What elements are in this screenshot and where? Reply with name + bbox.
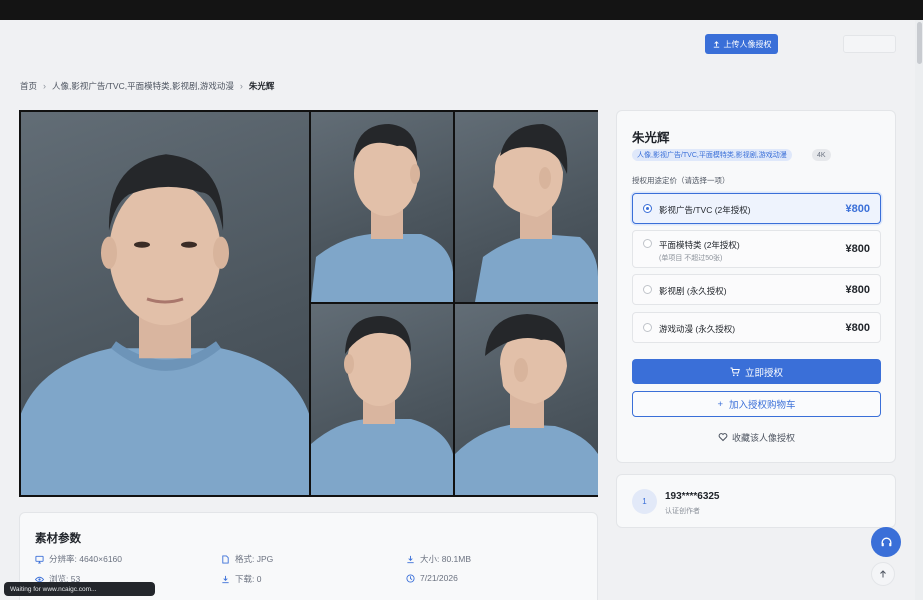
portrait-gallery — [19, 110, 598, 497]
param-format: 格式: JPG — [221, 553, 273, 565]
license-card: 朱光辉 人像,影视广告/TVC,平面模特类,影视剧,游戏动漫 4K 授权用途定价… — [616, 110, 896, 463]
page-scrollbar-thumb[interactable] — [917, 22, 922, 64]
upload-icon — [713, 40, 719, 48]
customer-support-button[interactable] — [871, 527, 901, 557]
browser-top-bar — [0, 0, 923, 20]
add-to-cart-button[interactable]: + 加入授权购物车 — [632, 391, 881, 417]
option-game-anime[interactable]: 游戏动漫 (永久授权) ¥800 — [632, 312, 881, 343]
header-user-button[interactable] — [843, 35, 896, 53]
upload-portrait-button[interactable]: 上传人像授权 — [705, 34, 778, 54]
site-header: 上传人像授权 — [0, 20, 923, 72]
buy-now-button[interactable]: 立即授权 — [632, 359, 881, 384]
download-icon — [407, 555, 414, 563]
headset-icon — [881, 537, 891, 546]
radio-button[interactable] — [643, 285, 652, 294]
resolution-tag: 4K — [812, 149, 831, 161]
chevron-right-icon: › — [239, 81, 243, 91]
param-downloads: 下载: 0 — [221, 573, 261, 585]
category-tag: 人像,影视广告/TVC,平面模特类,影视剧,游戏动漫 — [632, 149, 792, 161]
param-size: 大小: 80.1MB — [406, 553, 471, 565]
author-card[interactable]: 1 193****6325 认证创作者 — [616, 474, 896, 528]
plus-icon: + — [717, 398, 724, 410]
asset-name: 朱光辉 — [632, 131, 670, 145]
avatar: 1 — [632, 489, 657, 514]
option-print-model[interactable]: 平面模特类 (2年授权) (单项目 不超过50张) ¥800 — [632, 230, 881, 268]
usage-pricing-label: 授权用途定价（请选择一项） — [632, 176, 730, 185]
breadcrumb-home[interactable]: 首页 — [20, 80, 37, 92]
file-icon — [222, 554, 229, 564]
params-title: 素材参数 — [35, 533, 81, 545]
breadcrumb: 首页 › 人像,影视广告/TVC,平面模特类,影视剧,游戏动漫 › 朱光辉 — [20, 80, 274, 92]
option-tvc[interactable]: 影视广告/TVC (2年授权) ¥800 — [632, 193, 881, 224]
favorite-button[interactable]: 收藏该人像授权 — [632, 430, 881, 444]
arrow-up-icon — [880, 570, 886, 578]
breadcrumb-current: 朱光辉 — [248, 81, 275, 91]
portrait-front-photo[interactable] — [21, 112, 309, 495]
cart-icon — [730, 367, 740, 376]
radio-button[interactable] — [643, 239, 652, 248]
portrait-profile-photo[interactable] — [455, 112, 598, 302]
heart-icon — [718, 433, 728, 442]
option-film-drama[interactable]: 影视剧 (永久授权) ¥800 — [632, 274, 881, 305]
browser-status-bar: Waiting for www.ncaigc.com... — [4, 582, 155, 596]
download-icon — [222, 575, 229, 583]
param-date: 7/21/2026 — [406, 573, 458, 583]
clock-icon — [406, 573, 415, 583]
breadcrumb-category[interactable]: 人像,影视广告/TVC,平面模特类,影视剧,游戏动漫 — [52, 80, 234, 92]
portrait-down-angle-photo[interactable] — [311, 304, 453, 495]
portrait-three-quarter-photo[interactable] — [311, 112, 453, 302]
author-name: 193****6325 — [665, 491, 720, 502]
radio-button[interactable] — [643, 323, 652, 332]
radio-button[interactable] — [643, 204, 652, 213]
upload-portrait-label: 上传人像授权 — [723, 39, 772, 49]
chevron-right-icon: › — [43, 81, 47, 91]
portrait-back-angle-photo[interactable] — [455, 304, 598, 495]
page-scrollbar[interactable] — [915, 20, 923, 600]
author-role: 认证创作者 — [665, 508, 700, 515]
back-to-top-button[interactable] — [871, 562, 895, 586]
param-resolution: 分辨率: 4640×6160 — [35, 553, 122, 565]
monitor-icon — [35, 555, 44, 564]
